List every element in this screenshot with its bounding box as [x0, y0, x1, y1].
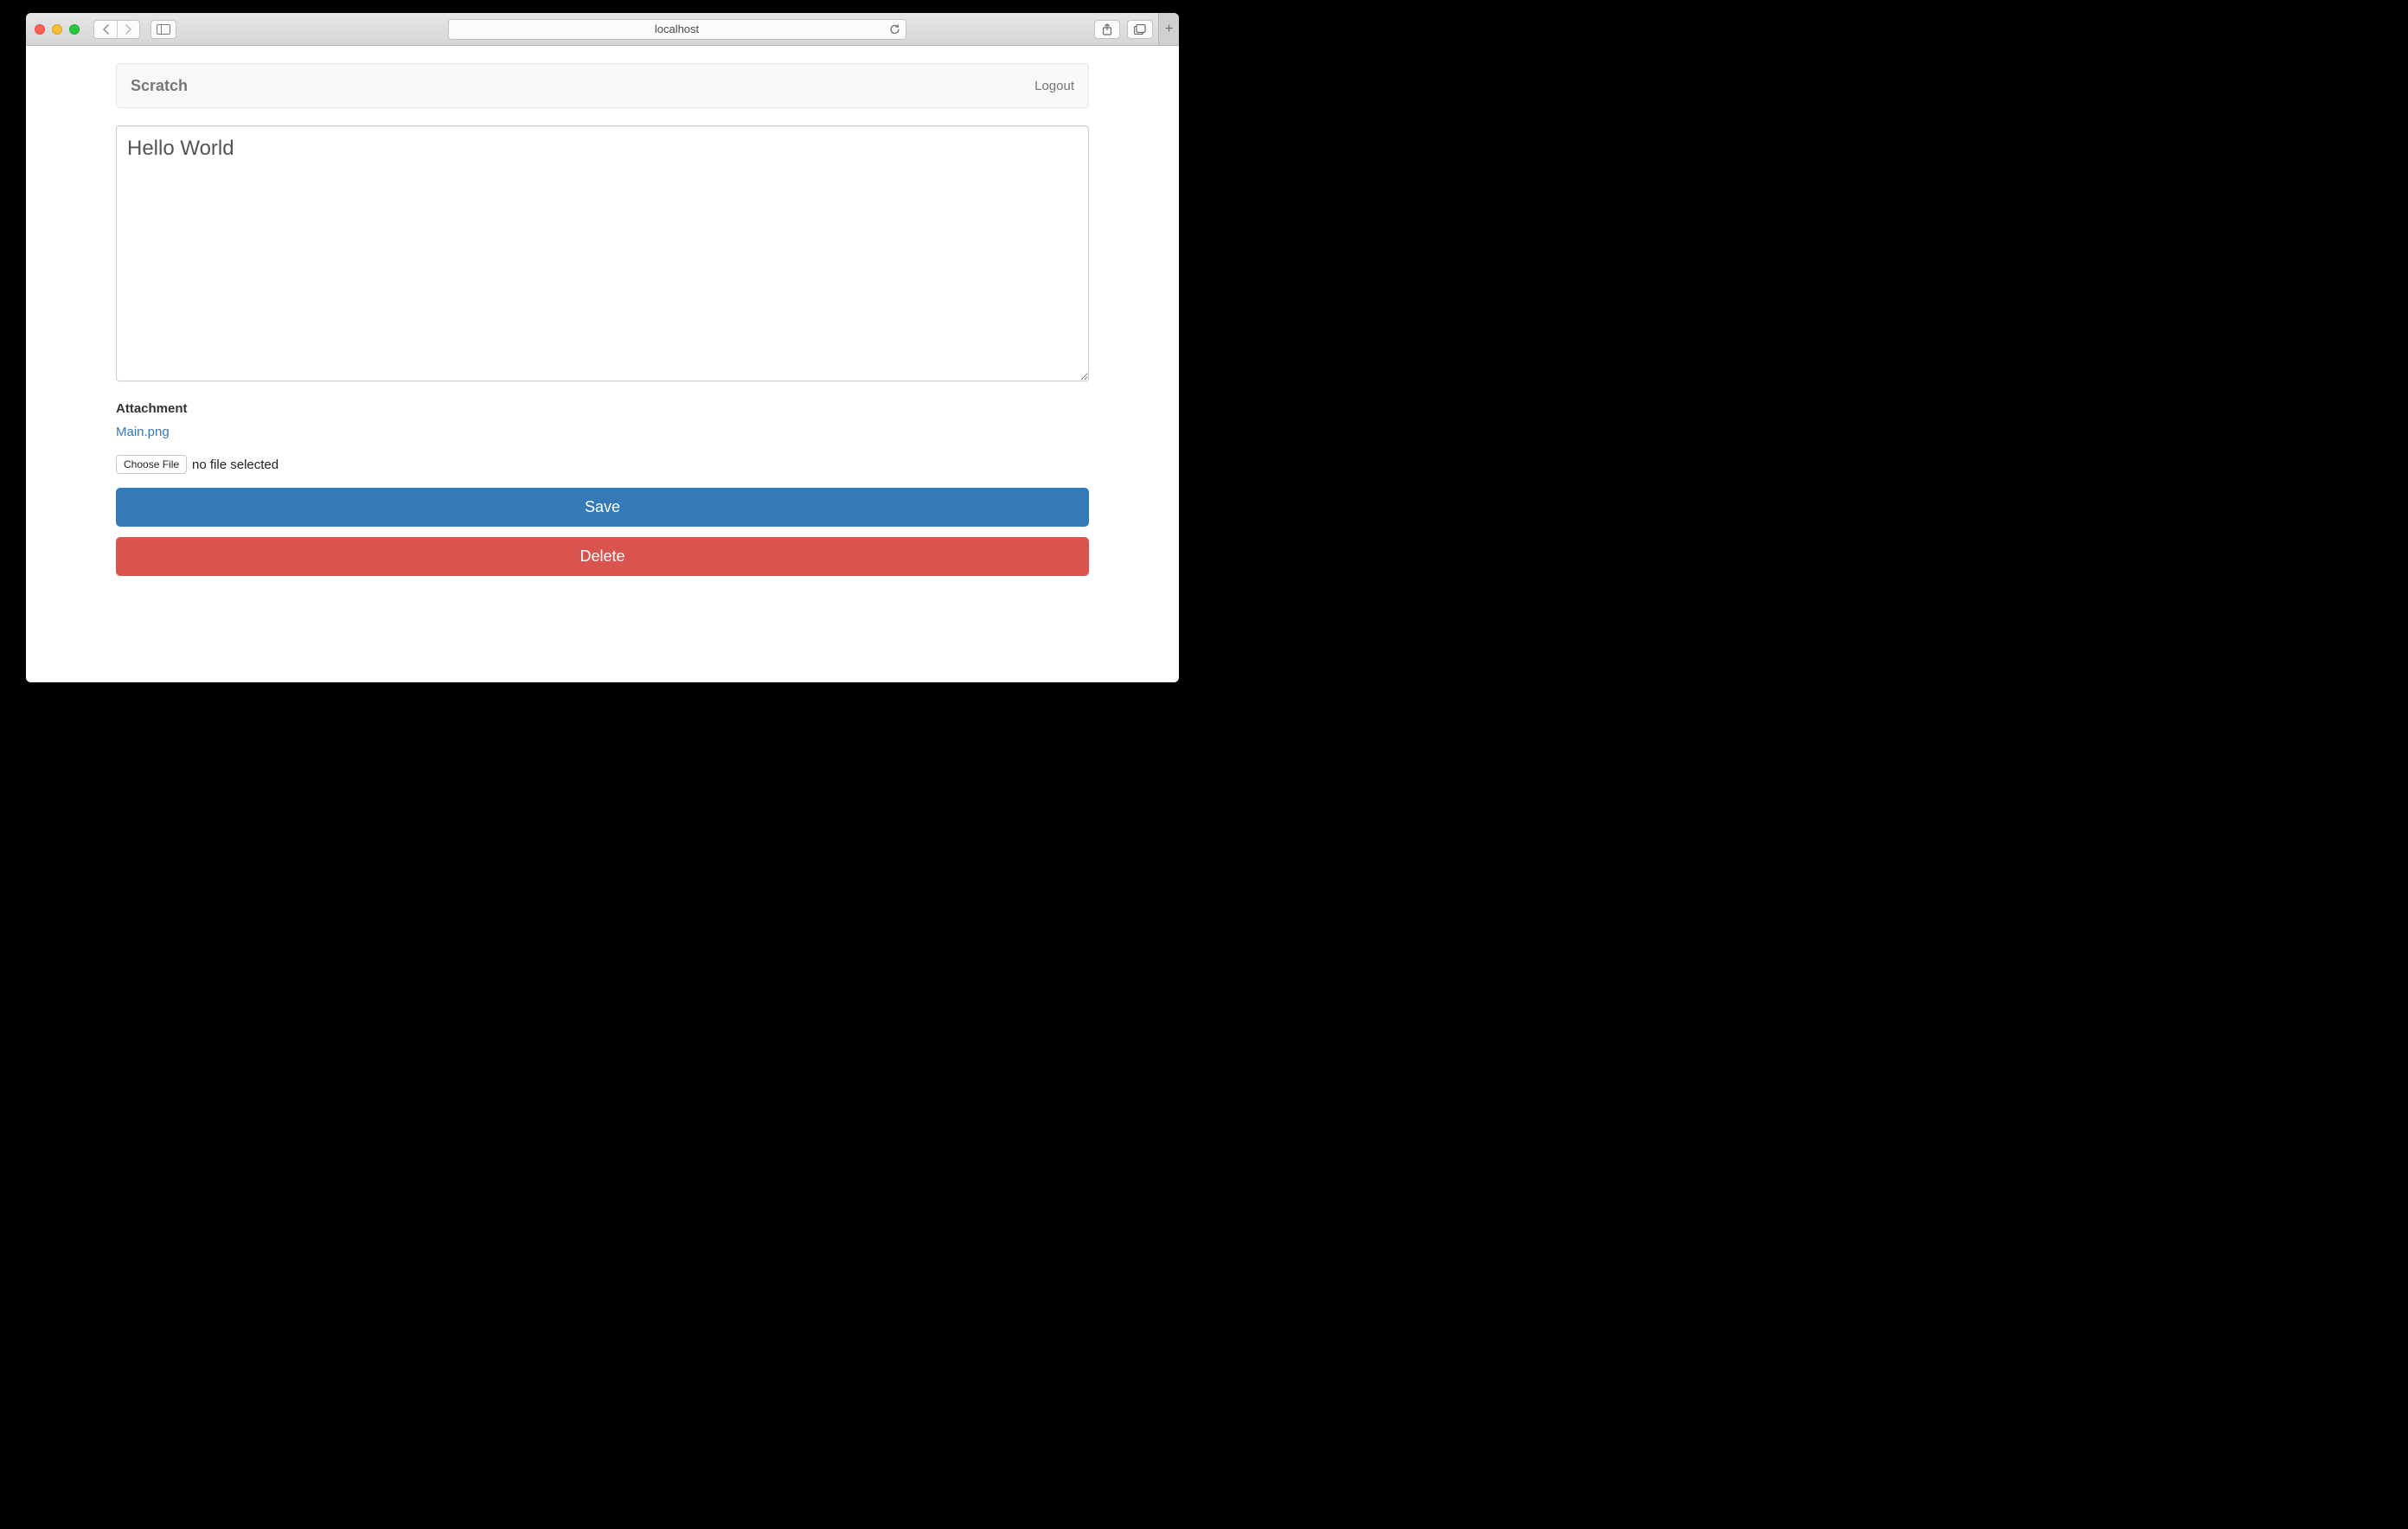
attachment-label: Attachment: [116, 401, 1089, 416]
address-bar[interactable]: localhost: [448, 19, 906, 40]
share-button[interactable]: [1094, 20, 1120, 39]
reload-icon[interactable]: [889, 23, 900, 35]
window-minimize-button[interactable]: [52, 24, 62, 35]
choose-file-button[interactable]: Choose File: [116, 455, 187, 474]
app-navbar: Scratch Logout: [116, 63, 1089, 108]
file-status-text: no file selected: [192, 457, 279, 472]
logout-link[interactable]: Logout: [1034, 79, 1074, 93]
nav-back-forward-group: [93, 20, 140, 39]
tabs-button[interactable]: [1127, 20, 1153, 39]
page-viewport: Scratch Logout Attachment Main.png Choos…: [26, 46, 1179, 682]
nav-back-button[interactable]: [94, 21, 117, 38]
browser-window: localhost + Scratch Logout Attachment: [26, 13, 1179, 682]
sidebar-toggle-button[interactable]: [150, 20, 176, 39]
delete-button[interactable]: Delete: [116, 537, 1089, 576]
page-container: Scratch Logout Attachment Main.png Choos…: [116, 46, 1089, 576]
new-tab-button[interactable]: +: [1158, 13, 1179, 46]
attachment-link[interactable]: Main.png: [116, 425, 170, 439]
save-button[interactable]: Save: [116, 488, 1089, 527]
navbar-brand[interactable]: Scratch: [131, 77, 188, 95]
content-textarea[interactable]: [116, 125, 1089, 381]
file-input-row: Choose File no file selected: [116, 455, 1089, 474]
address-bar-text: localhost: [655, 22, 699, 35]
nav-forward-button[interactable]: [117, 21, 139, 38]
window-controls: [35, 24, 80, 35]
toolbar-right-group: [1094, 20, 1153, 39]
window-maximize-button[interactable]: [69, 24, 80, 35]
browser-titlebar: localhost +: [26, 13, 1179, 46]
window-close-button[interactable]: [35, 24, 45, 35]
